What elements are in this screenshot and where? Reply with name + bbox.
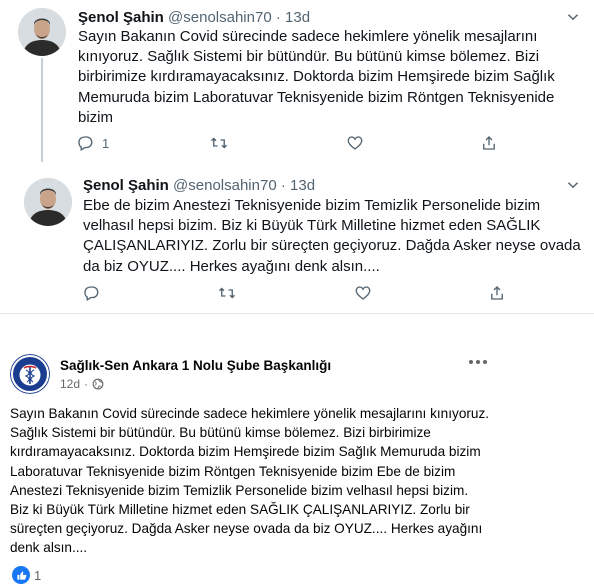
tweet-header: Şenol Şahin @senolsahin70 · 13d [83, 176, 315, 196]
more-options-icon[interactable] [564, 8, 582, 29]
reply-icon [78, 136, 93, 151]
page-name[interactable]: Sağlık-Sen Ankara 1 Nolu Şube Başkanlığı [60, 358, 331, 373]
share-button[interactable] [480, 134, 498, 152]
share-icon [483, 136, 495, 150]
reply-button[interactable]: 1 [76, 134, 109, 152]
tweet-text: Sayın Bakanın Covid sürecinde sadece hek… [78, 28, 555, 126]
post-time[interactable]: 12d [60, 377, 80, 391]
retweet-icon [219, 287, 235, 299]
share-button[interactable] [488, 284, 506, 302]
tweet[interactable]: Şenol Şahin @senolsahin70 · 13d Ebe de b… [0, 166, 594, 314]
author-name[interactable]: Şenol Şahin [78, 9, 164, 26]
union-logo-icon [10, 354, 50, 394]
more-options-icon[interactable] [468, 352, 488, 368]
separator: · [280, 177, 286, 194]
avatar[interactable] [18, 8, 66, 56]
heart-icon [355, 286, 371, 300]
profile-photo [18, 8, 66, 56]
separator: · [275, 9, 281, 26]
tweet-text: Ebe de bizim Anestezi Teknisyenide bizim… [83, 197, 581, 275]
reactions-summary[interactable]: 1 [12, 566, 41, 584]
author-name[interactable]: Şenol Şahin [83, 177, 169, 194]
reply-button[interactable] [82, 284, 108, 302]
tweet[interactable]: Şenol Şahin @senolsahin70 · 13d Sayın Ba… [0, 0, 594, 166]
like-button[interactable] [354, 284, 380, 302]
author-handle[interactable]: @senolsahin70 [168, 9, 272, 26]
tweet-time[interactable]: 13d [290, 177, 315, 194]
post-meta: 12d · [60, 377, 104, 391]
tweet-time[interactable]: 13d [285, 9, 310, 26]
facebook-post: Sağlık-Sen Ankara 1 Nolu Şube Başkanlığı… [0, 314, 594, 586]
like-count: 1 [34, 567, 42, 583]
separator: · [84, 377, 89, 391]
reply-count: 1 [102, 135, 110, 151]
share-icon [491, 286, 503, 300]
retweet-button[interactable] [210, 134, 236, 152]
like-reaction-icon [12, 566, 30, 584]
more-options-icon[interactable] [564, 176, 582, 197]
retweet-icon [211, 137, 227, 149]
author-handle[interactable]: @senolsahin70 [173, 177, 277, 194]
like-button[interactable] [346, 134, 372, 152]
avatar[interactable] [24, 178, 72, 226]
tweet-header: Şenol Şahin @senolsahin70 · 13d [78, 8, 310, 28]
reply-icon [84, 286, 99, 301]
profile-photo [24, 178, 72, 226]
thread-line [41, 58, 43, 162]
post-text: Sayın Bakanın Covid sürecinde sadece hek… [10, 406, 490, 556]
globe-icon [92, 378, 104, 390]
retweet-button[interactable] [218, 284, 244, 302]
page-logo[interactable] [10, 354, 50, 394]
heart-icon [347, 136, 363, 150]
